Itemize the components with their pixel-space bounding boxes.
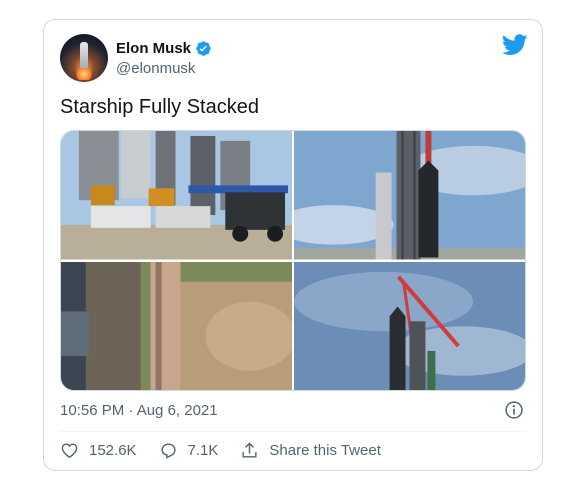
reply-button[interactable]: 7.1K [159, 441, 219, 460]
author-name[interactable]: Elon Musk [116, 40, 191, 57]
author-row: Elon Musk [116, 40, 212, 57]
heart-icon [61, 443, 78, 459]
photo-3[interactable] [61, 261, 292, 390]
photo-1[interactable] [61, 131, 292, 260]
like-button[interactable]: 152.6K [60, 441, 137, 460]
twitter-bird-icon[interactable] [502, 34, 528, 56]
divider [60, 431, 526, 432]
reply-count: 7.1K [187, 442, 219, 459]
media-grid [60, 130, 526, 391]
tweet-timestamp[interactable]: 10:56 PM · Aug 6, 2021 [60, 402, 218, 419]
verified-badge-icon [196, 41, 211, 56]
share-button[interactable]: Share this Tweet [240, 441, 381, 460]
like-count: 152.6K [89, 442, 137, 459]
tweet-text: Starship Fully Stacked [60, 96, 259, 118]
tweet-card[interactable]: Elon Musk @elonmusk Starship Fully Stack… [43, 19, 543, 471]
share-label: Share this Tweet [269, 442, 381, 459]
photo-4[interactable] [294, 261, 525, 390]
reply-icon [161, 443, 176, 459]
share-icon [242, 442, 257, 458]
info-icon[interactable] [504, 400, 524, 420]
photo-2[interactable] [294, 131, 525, 260]
tweet-actions: 152.6K 7.1K Share this Tweet [60, 441, 403, 460]
avatar[interactable] [60, 34, 108, 82]
author-handle[interactable]: @elonmusk [116, 60, 195, 77]
